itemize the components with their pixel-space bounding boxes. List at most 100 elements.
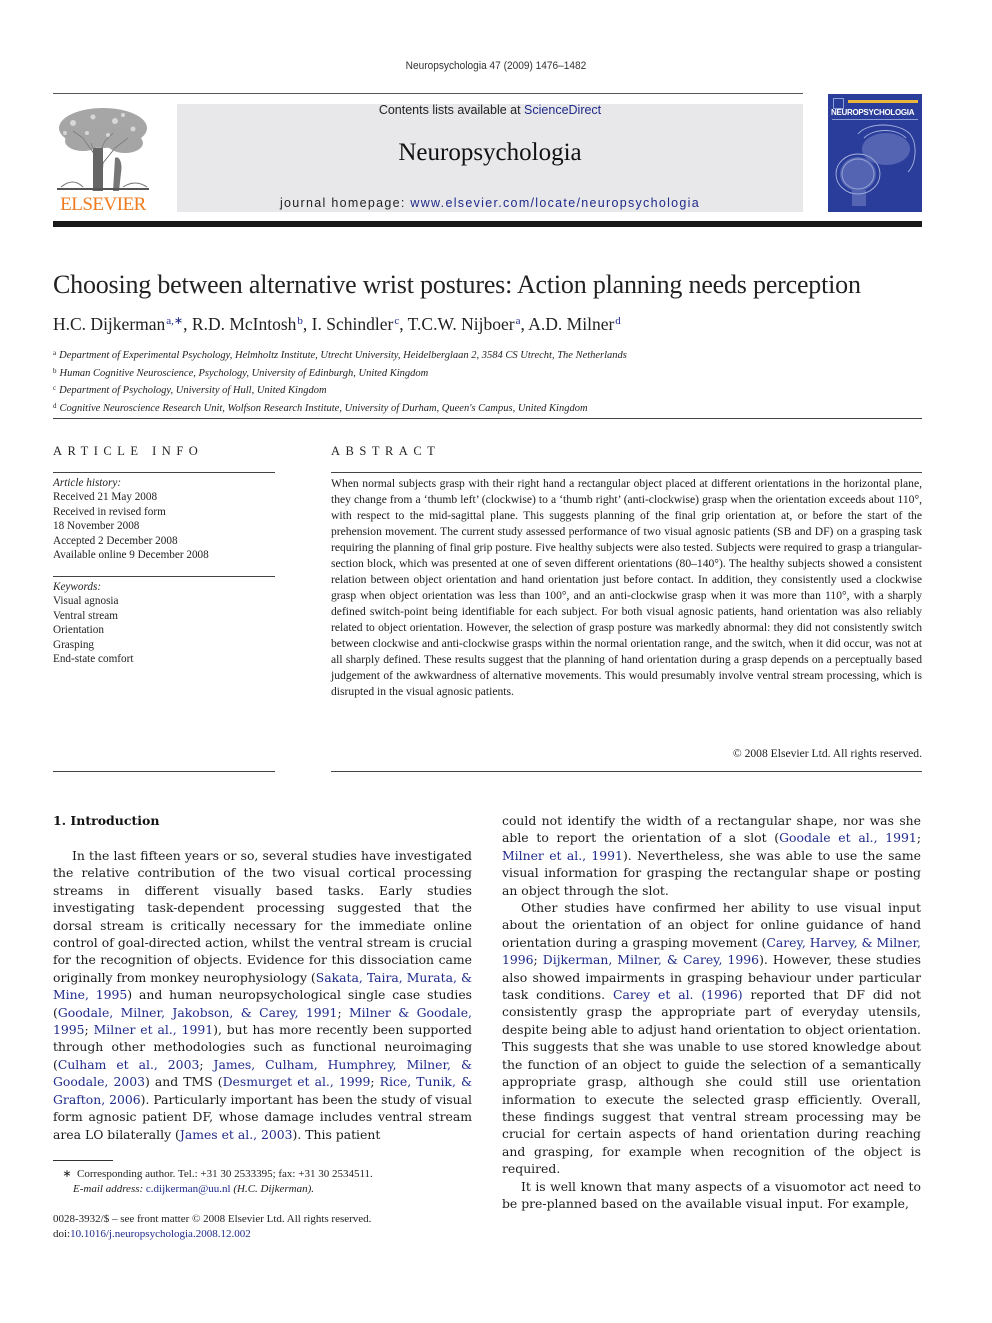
body-text: ; — [370, 1074, 380, 1090]
sciencedirect-link[interactable]: ScienceDirect — [524, 103, 601, 117]
keyword-item: Grasping — [53, 638, 95, 651]
citation-link[interactable]: Goodale et al., 1991 — [779, 830, 917, 845]
affiliation-text: Department of Psychology, University of … — [59, 385, 327, 396]
body-text: ; — [199, 1056, 214, 1072]
corresponding-author-footnote: ∗ Corresponding author. Tel.: +31 30 2533… — [53, 1167, 472, 1197]
body-text: It is well known that many aspects of a … — [502, 1178, 921, 1211]
keyword-item: Orientation — [53, 624, 104, 637]
affiliation-mark: d — [53, 401, 57, 410]
affiliation-item: d Cognitive Neuroscience Research Unit, W… — [53, 399, 933, 417]
author-name[interactable]: H.C. Dijkerman — [53, 314, 165, 334]
front-matter: 0028-3932/$ – see front matter © 2008 El… — [53, 1212, 493, 1242]
affiliation-text: Department of Experimental Psychology, H… — [59, 350, 627, 361]
article-info-rule — [53, 472, 275, 473]
citation-link[interactable]: Desmurget et al., 1999 — [223, 1074, 371, 1089]
keywords-block: Keywords: Visual agnosia Ventral stream Or… — [53, 580, 275, 666]
citation-link[interactable]: Milner et al., 1991 — [502, 848, 623, 863]
author-name[interactable]: R.D. McIntosh — [192, 314, 297, 334]
citation-link[interactable]: Goodale, Milner, Jakobson, & Carey, 1991 — [58, 1005, 338, 1020]
issn-line: 0028-3932/$ – see front matter © 2008 El… — [53, 1213, 372, 1225]
history-item: 18 November 2008 — [53, 520, 140, 533]
abstract-rule — [331, 472, 922, 473]
body-text: ; — [84, 1022, 94, 1038]
cover-title: NEUROPSYCHOLOGIA — [831, 108, 915, 117]
history-item: Accepted 2 December 2008 — [53, 534, 178, 547]
contents-line: Contents lists available at ScienceDirec… — [177, 103, 803, 117]
running-head: Neuropsychologia 47 (2009) 1476–1482 — [405, 60, 587, 72]
article-history: Article history: Received 21 May 2008 Rec… — [53, 476, 275, 562]
author-email-link[interactable]: c.dijkerman@uu.nl — [146, 1183, 231, 1195]
doi-link[interactable]: 10.1016/j.neuropsychologia.2008.12.002 — [70, 1228, 251, 1240]
article-info-heading: ARTICLE INFO — [53, 444, 204, 458]
author-name[interactable]: I. Schindler — [312, 314, 394, 334]
body-text: ; — [916, 830, 921, 846]
abstract-text: When normal subjects grasp with their ri… — [331, 477, 922, 698]
abstract-copyright: © 2008 Elsevier Ltd. All rights reserved… — [732, 747, 922, 760]
journal-homepage-link[interactable]: www.elsevier.com/locate/neuropsychologia — [410, 196, 700, 210]
affiliation-item: a Department of Experimental Psychology, … — [53, 346, 933, 364]
author-name[interactable]: T.C.W. Nijboer — [408, 314, 515, 334]
body-text: In the last fifteen years or so, several… — [53, 848, 472, 985]
citation-link[interactable]: James et al., 2003 — [180, 1127, 293, 1142]
footnote-rule — [53, 1160, 113, 1161]
history-item: Available online 9 December 2008 — [53, 549, 209, 562]
body-paragraph: It is well known that many aspects of a … — [502, 1178, 921, 1213]
author-separator: , — [302, 314, 312, 334]
keyword-item: End-state comfort — [53, 653, 134, 666]
body-paragraph: In the last fifteen years or so, several… — [53, 847, 472, 1143]
homepage-prefix: journal homepage: — [279, 196, 411, 210]
body-text: ) and TMS ( — [144, 1074, 223, 1090]
elsevier-wordmark: ELSEVIER — [60, 194, 146, 215]
body-paragraph: could not identify the width of a rectan… — [502, 812, 921, 899]
body-paragraph: Other studies have confirmed her ability… — [502, 899, 921, 1178]
keyword-item: Visual agnosia — [53, 595, 119, 608]
section-heading-introduction: 1. Introduction — [53, 813, 160, 828]
author-affiliation-mark[interactable]: a,∗ — [166, 315, 183, 327]
abstract-heading: ABSTRACT — [331, 444, 441, 458]
author-name[interactable]: A.D. Milner — [528, 314, 614, 334]
keyword-list: Visual agnosia Ventral stream Orientation G… — [53, 594, 275, 666]
body-text: reported that DF did not consistently gr… — [502, 987, 921, 1177]
body-column-left: In the last fifteen years or so, several… — [53, 847, 472, 1143]
article-title: Choosing between alternative wrist postu… — [53, 270, 861, 299]
citation-link[interactable]: Culham et al., 2003 — [58, 1057, 200, 1072]
citation-link[interactable]: Carey et al. (1996) — [613, 987, 743, 1002]
affiliation-list: a Department of Experimental Psychology, … — [53, 346, 933, 416]
body-text: ). This patient — [292, 1126, 381, 1142]
keyword-item: Ventral stream — [53, 609, 118, 622]
article-history-label: Article history: — [53, 477, 122, 489]
author-separator: , — [183, 314, 192, 334]
corresponding-author-text: Corresponding author. Tel.: +31 30 25333… — [77, 1168, 373, 1180]
body-column-right: could not identify the width of a rectan… — [502, 812, 921, 1212]
footnote-star: ∗ — [62, 1168, 72, 1180]
affiliations-rule — [53, 418, 922, 419]
body-text: ; — [533, 952, 543, 968]
cover-subtitle-line — [832, 119, 918, 120]
author-list: H.C. Dijkermana,∗, R.D. McIntoshb, I. Sc… — [53, 314, 933, 335]
citation-link[interactable]: Milner et al., 1991 — [94, 1022, 214, 1037]
journal-name: Neuropsychologia — [398, 139, 582, 166]
author-separator: , — [399, 314, 408, 334]
citation-link[interactable]: Dijkerman, Milner, & Carey, 1996 — [543, 952, 759, 967]
affiliation-text: Human Cognitive Neuroscience, Psychology… — [59, 367, 429, 379]
history-item: Received in revised form — [53, 505, 166, 518]
contents-prefix: Contents lists available at — [378, 103, 525, 117]
affiliation-text: Cognitive Neuroscience Research Unit, Wo… — [59, 402, 588, 414]
affiliation-mark: c — [53, 384, 57, 392]
abstract-bottom-rule — [331, 771, 922, 772]
keywords-label: Keywords: — [53, 581, 102, 593]
header-rule — [53, 93, 803, 94]
masthead-thick-rule — [53, 221, 922, 227]
author-affiliation-mark[interactable]: d — [615, 315, 621, 327]
article-history-list: Received 21 May 2008 Received in revised … — [53, 490, 275, 562]
email-suffix: (H.C. Dijkerman). — [230, 1183, 314, 1195]
keywords-rule — [53, 576, 275, 577]
affiliation-item: c Department of Psychology, University of… — [53, 381, 933, 399]
cover-accent-bar — [848, 100, 918, 103]
affiliation-mark: a — [53, 349, 57, 357]
journal-cover-image: NEUROPSYCHOLOGIA — [828, 94, 922, 212]
history-item: Received 21 May 2008 — [53, 491, 158, 504]
doi-prefix: doi: — [53, 1228, 71, 1240]
article-info-bottom-rule — [53, 771, 275, 772]
affiliation-item: b Human Cognitive Neuroscience, Psycholog… — [53, 364, 933, 382]
